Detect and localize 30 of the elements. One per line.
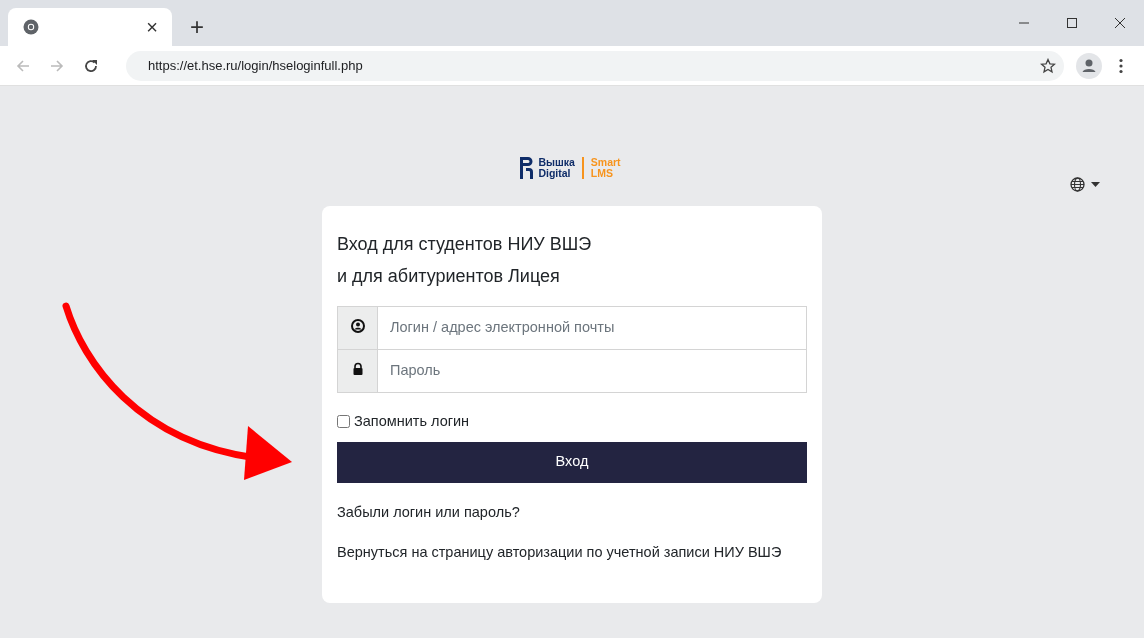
back-arrow-icon xyxy=(15,57,31,74)
logo-text: Вышка xyxy=(538,157,575,168)
menu-icon xyxy=(1119,57,1123,74)
globe-icon xyxy=(1070,177,1085,192)
reload-icon xyxy=(83,57,99,74)
browser-logo-icon xyxy=(23,19,39,35)
text-link[interactable]: Вернуться на страницу авторизации по учетной записи НИУ ВШЭ xyxy=(337,541,807,564)
browser-tab[interactable]: × xyxy=(8,8,172,46)
close-icon xyxy=(1114,17,1126,29)
close-tab-button[interactable]: × xyxy=(142,17,162,37)
new-tab-button[interactable]: + xyxy=(184,14,210,40)
maximize-icon xyxy=(1066,17,1078,29)
card-title: Вход для студентов НИУ ВШЭ xyxy=(337,233,593,256)
logo-text: LMS xyxy=(590,168,614,179)
text-link[interactable]: Забыли логин или пароль? xyxy=(337,501,807,524)
caret-icon xyxy=(1091,182,1100,187)
checkbox-label[interactable]: Запомнить логин xyxy=(354,411,470,433)
card-title: и для абитуриентов Лицея xyxy=(337,265,561,288)
login-button[interactable]: Вход xyxy=(337,441,807,483)
remember-checkbox[interactable] xyxy=(337,415,350,429)
forward-arrow-icon xyxy=(49,57,65,74)
star-icon[interactable] xyxy=(1040,57,1056,74)
logo-text: Digital xyxy=(538,168,572,179)
logo-mark-icon xyxy=(519,156,535,180)
lock-icon xyxy=(351,362,364,376)
logo-text: Smart xyxy=(590,157,621,168)
address-bar[interactable]: https://et.hse.ru/login/hseloginfull.php xyxy=(126,50,1064,81)
profile-icon[interactable] xyxy=(1076,52,1102,79)
language-button[interactable] xyxy=(1070,177,1100,192)
user-icon xyxy=(350,319,365,333)
